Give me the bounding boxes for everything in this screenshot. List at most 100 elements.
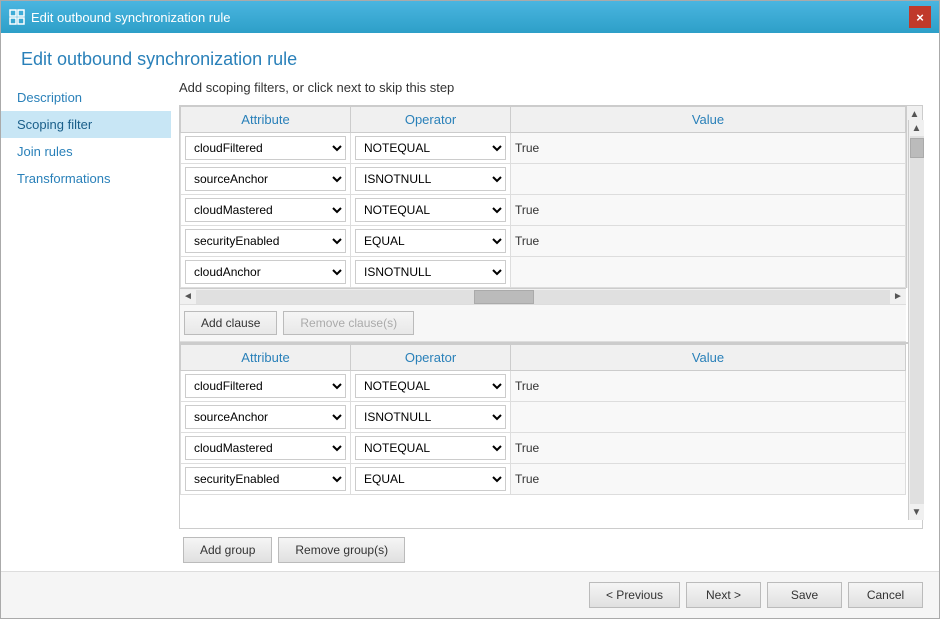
group2-row1-op-select[interactable]: ISNOTNULL bbox=[355, 405, 506, 429]
group1-row2-attr-select[interactable]: cloudMastered bbox=[185, 198, 346, 222]
group1-row0-op-select[interactable]: NOTEQUAL bbox=[355, 136, 506, 160]
bottom-buttons: < Previous Next > Save Cancel bbox=[1, 571, 939, 618]
main-scrollbar[interactable]: ▲ ▼ bbox=[908, 120, 923, 520]
next-button[interactable]: Next > bbox=[686, 582, 761, 608]
group1-row1-attr-select[interactable]: sourceAnchor bbox=[185, 167, 346, 191]
main-scroll-thumb[interactable] bbox=[910, 138, 924, 158]
window-title: Edit outbound synchronization rule bbox=[31, 10, 230, 25]
group2-row1-attr-cell: sourceAnchor bbox=[181, 402, 351, 433]
step-instruction: Add scoping filters, or click next to sk… bbox=[179, 80, 923, 95]
group2-header-row: Attribute Operator Value bbox=[181, 345, 906, 371]
group2-row2-op-select[interactable]: NOTEQUAL bbox=[355, 436, 506, 460]
group1-header-row: Attribute Operator Value bbox=[181, 107, 906, 133]
group2-row2-attr-cell: cloudMastered bbox=[181, 433, 351, 464]
group-action-buttons: Add group Remove group(s) bbox=[179, 529, 923, 571]
group2-row1-value bbox=[511, 402, 906, 433]
group2-row3-value: True bbox=[511, 464, 906, 495]
group1-row4-attr-cell: cloudAnchor bbox=[181, 257, 351, 288]
group2-row0-op-cell: NOTEQUAL bbox=[351, 371, 511, 402]
group1-row0-value: True bbox=[511, 133, 906, 164]
app-icon bbox=[9, 9, 25, 25]
previous-button[interactable]: < Previous bbox=[589, 582, 680, 608]
group2-row0-attr-cell: cloudFiltered bbox=[181, 371, 351, 402]
group2-col-operator: Operator bbox=[351, 345, 511, 371]
group1-row0-op-cell: NOTEQUAL bbox=[351, 133, 511, 164]
group2-row-1: sourceAnchor ISNOTNULL bbox=[181, 402, 906, 433]
group1-row4-value bbox=[511, 257, 906, 288]
group1-row3-attr-select[interactable]: securityEnabled bbox=[185, 229, 346, 253]
remove-clause-button[interactable]: Remove clause(s) bbox=[283, 311, 414, 335]
group1-row0-attr-cell: cloudFiltered bbox=[181, 133, 351, 164]
group2-row-2: cloudMastered NOTEQUAL T bbox=[181, 433, 906, 464]
group2-row3-op-select[interactable]: EQUAL bbox=[355, 467, 506, 491]
group2-col-attribute: Attribute bbox=[181, 345, 351, 371]
group1-row1-value bbox=[511, 164, 906, 195]
add-clause-button[interactable]: Add clause bbox=[184, 311, 277, 335]
group1-row3-value: True bbox=[511, 226, 906, 257]
sidebar-item-scoping-filter[interactable]: Scoping filter bbox=[1, 111, 171, 138]
sidebar-item-transformations[interactable]: Transformations bbox=[1, 165, 171, 192]
group1-row3-op-select[interactable]: EQUAL bbox=[355, 229, 506, 253]
group1-row3-op-cell: EQUAL bbox=[351, 226, 511, 257]
group2-row-0: cloudFiltered NOTEQUAL T bbox=[181, 371, 906, 402]
group2-table: Attribute Operator Value bbox=[180, 344, 906, 495]
group2-row0-value: True bbox=[511, 371, 906, 402]
close-button[interactable]: × bbox=[909, 6, 931, 28]
group1-col-value: Value bbox=[511, 107, 906, 133]
group2-row1-attr-select[interactable]: sourceAnchor bbox=[185, 405, 346, 429]
group1-row-3: securityEnabled EQUAL Tr bbox=[181, 226, 906, 257]
group1-row2-attr-cell: cloudMastered bbox=[181, 195, 351, 226]
group2-row2-attr-select[interactable]: cloudMastered bbox=[185, 436, 346, 460]
group1-row-4: cloudAnchor ISNOTNULL bbox=[181, 257, 906, 288]
group1-row0-attr-select[interactable]: cloudFiltered bbox=[185, 136, 346, 160]
group1-hscroll[interactable]: ◄ ► bbox=[180, 288, 906, 304]
group2: Attribute Operator Value bbox=[180, 342, 922, 495]
group1-table: Attribute Operator Value bbox=[180, 106, 906, 288]
content-area: Edit outbound synchronization rule Descr… bbox=[1, 33, 939, 618]
group1-row1-attr-cell: sourceAnchor bbox=[181, 164, 351, 195]
save-button[interactable]: Save bbox=[767, 582, 842, 608]
hscroll-thumb[interactable] bbox=[474, 290, 534, 304]
hscroll-track bbox=[196, 290, 890, 304]
group1-row2-value: True bbox=[511, 195, 906, 226]
add-group-button[interactable]: Add group bbox=[183, 537, 272, 563]
cancel-button[interactable]: Cancel bbox=[848, 582, 923, 608]
sidebar-item-join-rules[interactable]: Join rules bbox=[1, 138, 171, 165]
main-scroll-track bbox=[910, 136, 924, 504]
group1-col-attribute: Attribute bbox=[181, 107, 351, 133]
group1-row2-op-cell: NOTEQUAL bbox=[351, 195, 511, 226]
group2-row-3: securityEnabled EQUAL Tr bbox=[181, 464, 906, 495]
group2-col-value: Value bbox=[511, 345, 906, 371]
main-row: Description Scoping filter Join rules Tr… bbox=[1, 80, 939, 571]
main-scroll-up[interactable]: ▲ bbox=[910, 120, 924, 136]
group1-row1-op-cell: ISNOTNULL bbox=[351, 164, 511, 195]
group2-row3-op-cell: EQUAL bbox=[351, 464, 511, 495]
group1-row2-op-select[interactable]: NOTEQUAL bbox=[355, 198, 506, 222]
remove-group-button[interactable]: Remove group(s) bbox=[278, 537, 405, 563]
group2-row2-value: True bbox=[511, 433, 906, 464]
groups-scroll-area[interactable]: Attribute Operator Value bbox=[180, 106, 922, 528]
page-title: Edit outbound synchronization rule bbox=[1, 33, 939, 80]
group1-row4-attr-select[interactable]: cloudAnchor bbox=[185, 260, 346, 284]
hscroll-left-arrow[interactable]: ◄ bbox=[180, 289, 196, 305]
hscroll-right-arrow[interactable]: ► bbox=[890, 289, 906, 305]
main-scroll-down[interactable]: ▼ bbox=[910, 504, 924, 520]
group2-row3-attr-select[interactable]: securityEnabled bbox=[185, 467, 346, 491]
group1-row1-op-select[interactable]: ISNOTNULL bbox=[355, 167, 506, 191]
group2-row0-attr-select[interactable]: cloudFiltered bbox=[185, 374, 346, 398]
group1-row4-op-select[interactable]: ISNOTNULL bbox=[355, 260, 506, 284]
sidebar: Description Scoping filter Join rules Tr… bbox=[1, 80, 171, 571]
group2-row3-attr-cell: securityEnabled bbox=[181, 464, 351, 495]
group2-row2-op-cell: NOTEQUAL bbox=[351, 433, 511, 464]
sidebar-item-description[interactable]: Description bbox=[1, 84, 171, 111]
group2-row1-op-cell: ISNOTNULL bbox=[351, 402, 511, 433]
group2-row0-op-select[interactable]: NOTEQUAL bbox=[355, 374, 506, 398]
group1-row-1: sourceAnchor ISNOTNULL bbox=[181, 164, 906, 195]
window: Edit outbound synchronization rule × Edi… bbox=[0, 0, 940, 619]
group1-row-0: cloudFiltered NOTEQUAL T bbox=[181, 133, 906, 164]
clause-buttons-group1: Add clause Remove clause(s) bbox=[180, 304, 906, 342]
group1-row-2: cloudMastered NOTEQUAL T bbox=[181, 195, 906, 226]
group1-row4-op-cell: ISNOTNULL bbox=[351, 257, 511, 288]
group1-row3-attr-cell: securityEnabled bbox=[181, 226, 351, 257]
group1: Attribute Operator Value bbox=[180, 106, 922, 288]
